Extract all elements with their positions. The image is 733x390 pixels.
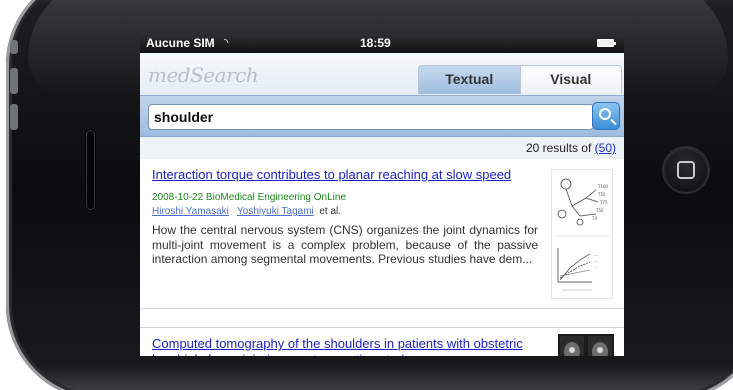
svg-text:---: --- <box>594 259 599 263</box>
figure-thumbnail-icon[interactable]: T100 T50 T75 T50 T4 — --- ... <box>551 169 613 299</box>
results-count-text: 20 results of <box>525 141 592 155</box>
svg-text:T75: T75 <box>599 200 608 205</box>
search-icon <box>599 108 611 120</box>
svg-text:...: ... <box>594 265 597 269</box>
et-al-label: et al. <box>319 206 342 217</box>
status-bar: Aucune SIM ◝ 18:59 <box>140 34 624 53</box>
svg-text:T100: T100 <box>597 184 609 189</box>
carrier-label: Aucune SIM <box>146 36 215 50</box>
results-count: 20 results of (50) <box>140 137 624 159</box>
search-mode-tabs: Textual Visual <box>418 65 622 94</box>
tab-visual[interactable]: Visual <box>520 65 622 94</box>
search-button[interactable] <box>592 102 620 130</box>
app-header: medSearch Textual Visual <box>140 53 624 95</box>
svg-text:T4: T4 <box>591 216 597 221</box>
result-authors: Hiroshi Yamasaki Yoshiyuki Tagami et al. <box>152 206 341 217</box>
wifi-icon: ◝ <box>224 37 229 49</box>
svg-text:—: — <box>594 253 598 257</box>
volume-down-button <box>10 104 18 130</box>
home-button[interactable] <box>664 148 708 192</box>
ct-scan-thumbnail-icon[interactable] <box>558 334 614 356</box>
medsearch-logo: medSearch <box>148 63 259 87</box>
svg-text:T50: T50 <box>597 192 606 197</box>
all-results-link[interactable]: (50) <box>595 141 616 155</box>
earpiece-speaker <box>86 130 95 210</box>
search-bar <box>140 95 624 137</box>
home-square-icon <box>677 161 695 179</box>
result-abstract: How the central nervous system (CNS) org… <box>152 223 538 266</box>
result-item: Interaction torque contributes to planar… <box>140 159 624 309</box>
svg-text:T50: T50 <box>595 208 604 213</box>
result-item: Computed tomography of the shoulders in … <box>140 327 624 356</box>
result-date-source: 2008-10-22 BioMedical Engineering OnLine <box>152 192 347 203</box>
volume-up-button <box>10 68 18 94</box>
author-link[interactable]: Yoshiyuki Tagami <box>237 206 314 217</box>
author-link[interactable]: Hiroshi Yamasaki <box>152 206 229 217</box>
battery-icon <box>597 39 616 47</box>
tab-textual[interactable]: Textual <box>418 65 521 94</box>
result-title-link[interactable]: Computed tomography of the shoulders in … <box>152 336 542 356</box>
search-input[interactable] <box>148 104 594 130</box>
result-title-link[interactable]: Interaction torque contributes to planar… <box>152 167 532 183</box>
mute-switch <box>10 40 18 54</box>
device-screen: Aucune SIM ◝ 18:59 medSearch Textual Vis… <box>140 34 624 356</box>
status-clock: 18:59 <box>360 36 391 50</box>
